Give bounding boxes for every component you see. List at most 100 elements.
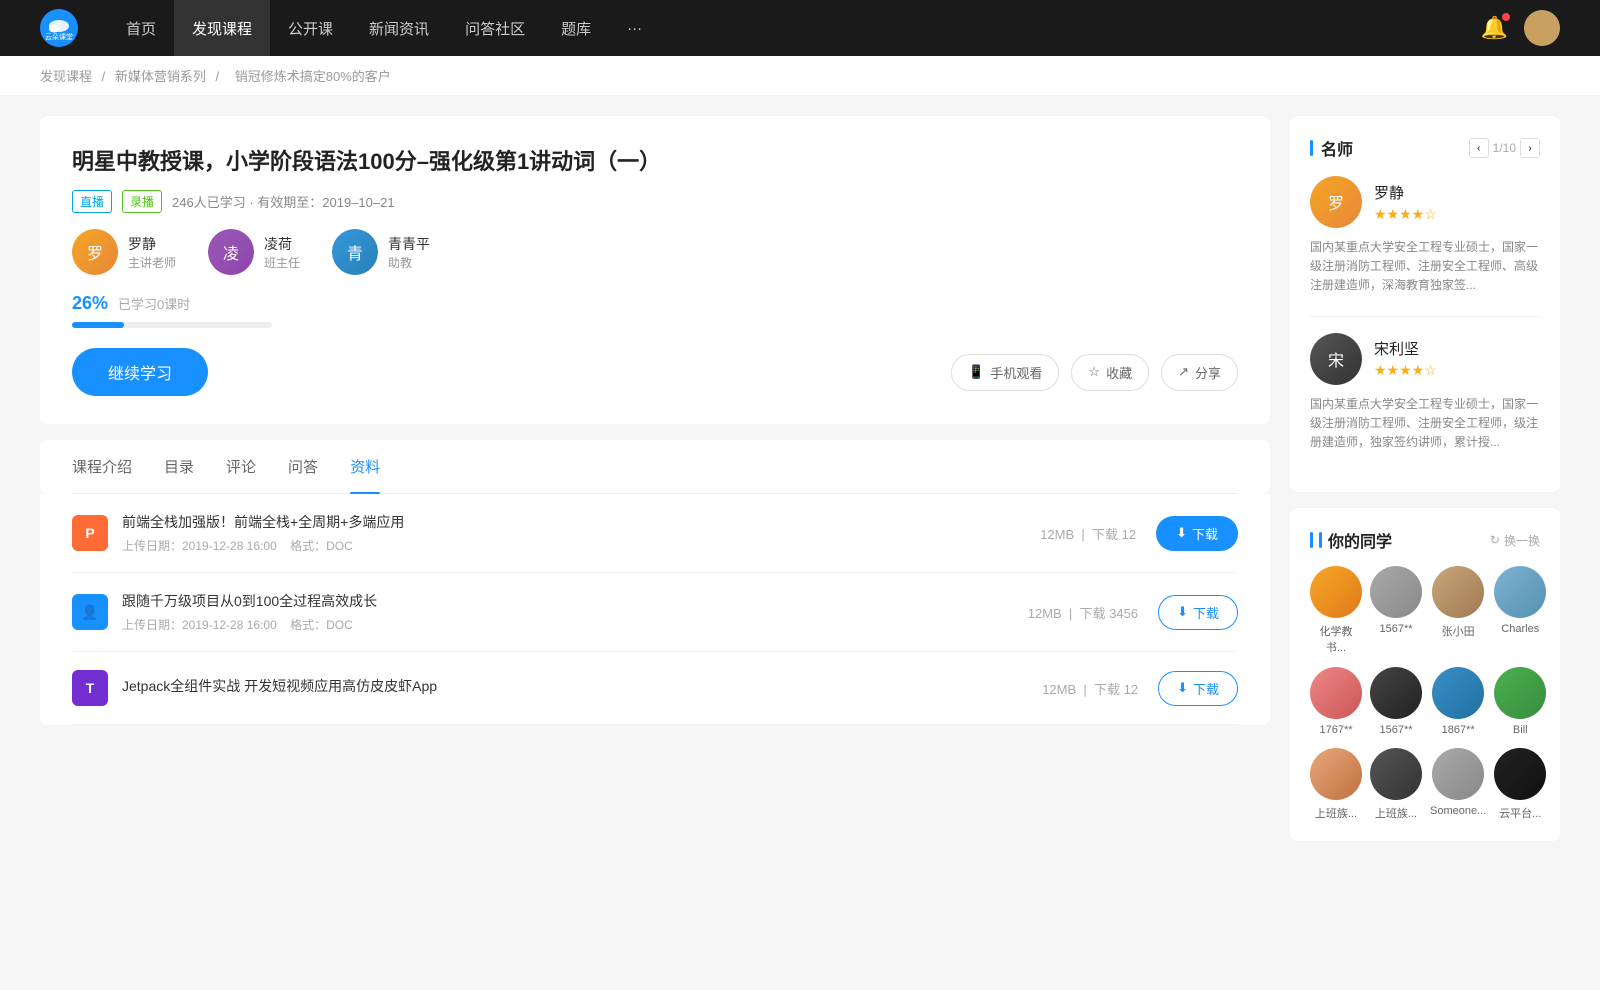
- tabs-row: 课程介绍 目录 评论 问答 资料: [72, 440, 1238, 494]
- download-button-1[interactable]: ⬇ 下载: [1156, 516, 1238, 551]
- sidebar-teacher-header-1: 罗 罗静 ★★★★☆: [1310, 176, 1540, 228]
- download-icon-2: ⬇: [1177, 604, 1188, 620]
- nav-item-news[interactable]: 新闻资讯: [351, 0, 447, 56]
- resource-format-1: 格式：DOC: [290, 539, 353, 553]
- left-content: 明星中教授课，小学阶段语法100分–强化级第1讲动词（一） 直播 录播 246人…: [40, 116, 1270, 857]
- teacher-role-linghe: 班主任: [264, 254, 300, 271]
- breadcrumb-sep-2: /: [216, 69, 223, 84]
- breadcrumb-link-2[interactable]: 新媒体营销系列: [115, 69, 206, 84]
- action-extras: 📱 手机观看 ☆ 收藏 ↗ 分享: [951, 354, 1238, 391]
- tabs-resource-section: 课程介绍 目录 评论 问答 资料 P 前端全栈加强版！前端全栈+全周期+多端应用: [40, 440, 1270, 725]
- resource-downloads-1: 下载 12: [1092, 527, 1136, 542]
- user-avatar-nav[interactable]: [1524, 10, 1560, 46]
- classmate-name-3: 张小田: [1442, 623, 1475, 639]
- classmate-4[interactable]: Charles: [1494, 566, 1546, 655]
- classmate-7[interactable]: 1867**: [1430, 667, 1486, 736]
- teacher-avatar-luojing: 罗: [72, 229, 118, 275]
- action-row: 继续学习 📱 手机观看 ☆ 收藏 ↗ 分享: [72, 348, 1238, 396]
- download-button-2[interactable]: ⬇ 下载: [1158, 595, 1238, 630]
- classmate-avatar-3: [1432, 566, 1484, 618]
- mobile-icon: 📱: [968, 364, 984, 380]
- resource-icon-2: 👤: [72, 594, 108, 630]
- classmate-name-4: Charles: [1501, 623, 1539, 635]
- resource-size-3: 12MB: [1042, 682, 1076, 697]
- breadcrumb-link-1[interactable]: 发现课程: [40, 69, 92, 84]
- bell-button[interactable]: 🔔: [1481, 15, 1508, 41]
- progress-bar-fill: [72, 322, 124, 328]
- classmate-5[interactable]: 1767**: [1310, 667, 1362, 736]
- tab-intro[interactable]: 课程介绍: [72, 440, 132, 493]
- sidebar-teacher-info-1: 罗静 ★★★★☆: [1374, 182, 1437, 223]
- sidebar-teacher-info-2: 宋利坚 ★★★★☆: [1374, 338, 1437, 379]
- classmate-avatar-7: [1432, 667, 1484, 719]
- resource-item-1: P 前端全栈加强版！前端全栈+全周期+多端应用 上传日期：2019-12-28 …: [72, 494, 1238, 573]
- share-button[interactable]: ↗ 分享: [1161, 354, 1238, 391]
- resource-icon-3: T: [72, 670, 108, 706]
- teacher-name-luojing: 罗静: [128, 234, 176, 254]
- navbar: 云朵课堂 首页 发现课程 公开课 新闻资讯 问答社区 题库 ··· 🔔: [0, 0, 1600, 56]
- classmate-12[interactable]: 云平台...: [1494, 748, 1546, 821]
- classmate-name-6: 1567**: [1379, 724, 1412, 736]
- tab-qa[interactable]: 问答: [288, 440, 318, 493]
- continue-study-button[interactable]: 继续学习: [72, 348, 208, 396]
- classmate-6[interactable]: 1567**: [1370, 667, 1422, 736]
- refresh-classmates-button[interactable]: ↻ 换一换: [1490, 532, 1540, 549]
- sidebar-teacher-stars-1: ★★★★☆: [1374, 206, 1437, 223]
- tab-toc[interactable]: 目录: [164, 440, 194, 493]
- teacher-prev-btn[interactable]: ‹: [1469, 138, 1489, 158]
- nav-item-open[interactable]: 公开课: [270, 0, 351, 56]
- classmate-avatar-6: [1370, 667, 1422, 719]
- sidebar-teacher-1: 罗 罗静 ★★★★☆ 国内某重点大学安全工程专业硕士，国家一级注册消防工程师、注…: [1310, 176, 1540, 296]
- resource-date-1: 上传日期：2019-12-28 16:00: [122, 539, 277, 553]
- classmate-name-9: 上班族...: [1315, 805, 1357, 821]
- course-tags: 直播 录播 246人已学习 · 有效期至：2019–10–21: [72, 190, 1238, 213]
- progress-section: 26% 已学习0课时: [72, 293, 1238, 328]
- teacher-info-luojing: 罗静 主讲老师: [128, 234, 176, 271]
- resource-info-1: 前端全栈加强版！前端全栈+全周期+多端应用 上传日期：2019-12-28 16…: [122, 512, 1040, 554]
- classmate-avatar-1: [1310, 566, 1362, 618]
- tab-comments[interactable]: 评论: [226, 440, 256, 493]
- classmate-3[interactable]: 张小田: [1430, 566, 1486, 655]
- favorite-label: 收藏: [1106, 363, 1132, 382]
- download-button-3[interactable]: ⬇ 下载: [1158, 671, 1238, 706]
- sidebar-teacher-2: 宋 宋利坚 ★★★★☆ 国内某重点大学安全工程专业硕士，国家一级注册消防工程师、…: [1310, 333, 1540, 453]
- classmate-1[interactable]: 化学教书...: [1310, 566, 1362, 655]
- resource-meta-2: 上传日期：2019-12-28 16:00 格式：DOC: [122, 616, 1028, 633]
- nav-item-discover[interactable]: 发现课程: [174, 0, 270, 56]
- nav-item-home[interactable]: 首页: [108, 0, 174, 56]
- sidebar-teacher-avatar-1: 罗: [1310, 176, 1362, 228]
- resource-name-1: 前端全栈加强版！前端全栈+全周期+多端应用: [122, 512, 1040, 532]
- teachers-row: 罗 罗静 主讲老师 凌 凌荷 班主任: [72, 229, 1238, 275]
- course-meta: 246人已学习 · 有效期至：2019–10–21: [172, 192, 395, 211]
- classmate-11[interactable]: Someone...: [1430, 748, 1486, 821]
- classmate-8[interactable]: Bill: [1494, 667, 1546, 736]
- sidebar-teacher-name-1: 罗静: [1374, 182, 1437, 203]
- classmate-name-12: 云平台...: [1499, 805, 1541, 821]
- teacher-linghe: 凌 凌荷 班主任: [208, 229, 300, 275]
- logo[interactable]: 云朵课堂: [40, 9, 78, 47]
- teacher-info-qingqingping: 青青平 助教: [388, 234, 430, 271]
- classmate-2[interactable]: 1567**: [1370, 566, 1422, 655]
- classmate-name-7: 1867**: [1442, 724, 1475, 736]
- classmates-accent-bar: [1319, 532, 1322, 548]
- nav-item-quiz[interactable]: 题库: [543, 0, 609, 56]
- teacher-role-qingqingping: 助教: [388, 254, 430, 271]
- teacher-next-btn[interactable]: ›: [1520, 138, 1540, 158]
- favorite-button[interactable]: ☆ 收藏: [1071, 354, 1149, 391]
- tab-resources[interactable]: 资料: [350, 440, 380, 493]
- resource-format-2: 格式：DOC: [290, 618, 353, 632]
- teacher-role-luojing: 主讲老师: [128, 254, 176, 271]
- classmate-avatar-8: [1494, 667, 1546, 719]
- classmate-10[interactable]: 上班族...: [1370, 748, 1422, 821]
- teacher-avatar-qingqingping: 青: [332, 229, 378, 275]
- resource-item-2: 👤 跟随千万级项目从0到100全过程高效成长 上传日期：2019-12-28 1…: [72, 573, 1238, 652]
- classmate-9[interactable]: 上班族...: [1310, 748, 1362, 821]
- resource-date-2: 上传日期：2019-12-28 16:00: [122, 618, 277, 632]
- resource-stats-2: 12MB | 下载 3456: [1028, 603, 1138, 622]
- mobile-watch-button[interactable]: 📱 手机观看: [951, 354, 1059, 391]
- classmate-avatar-2: [1370, 566, 1422, 618]
- nav-item-more[interactable]: ···: [609, 0, 660, 56]
- nav-links: 首页 发现课程 公开课 新闻资讯 问答社区 题库 ···: [108, 0, 1481, 56]
- nav-item-qa[interactable]: 问答社区: [447, 0, 543, 56]
- resource-stats-1: 12MB | 下载 12: [1040, 524, 1136, 543]
